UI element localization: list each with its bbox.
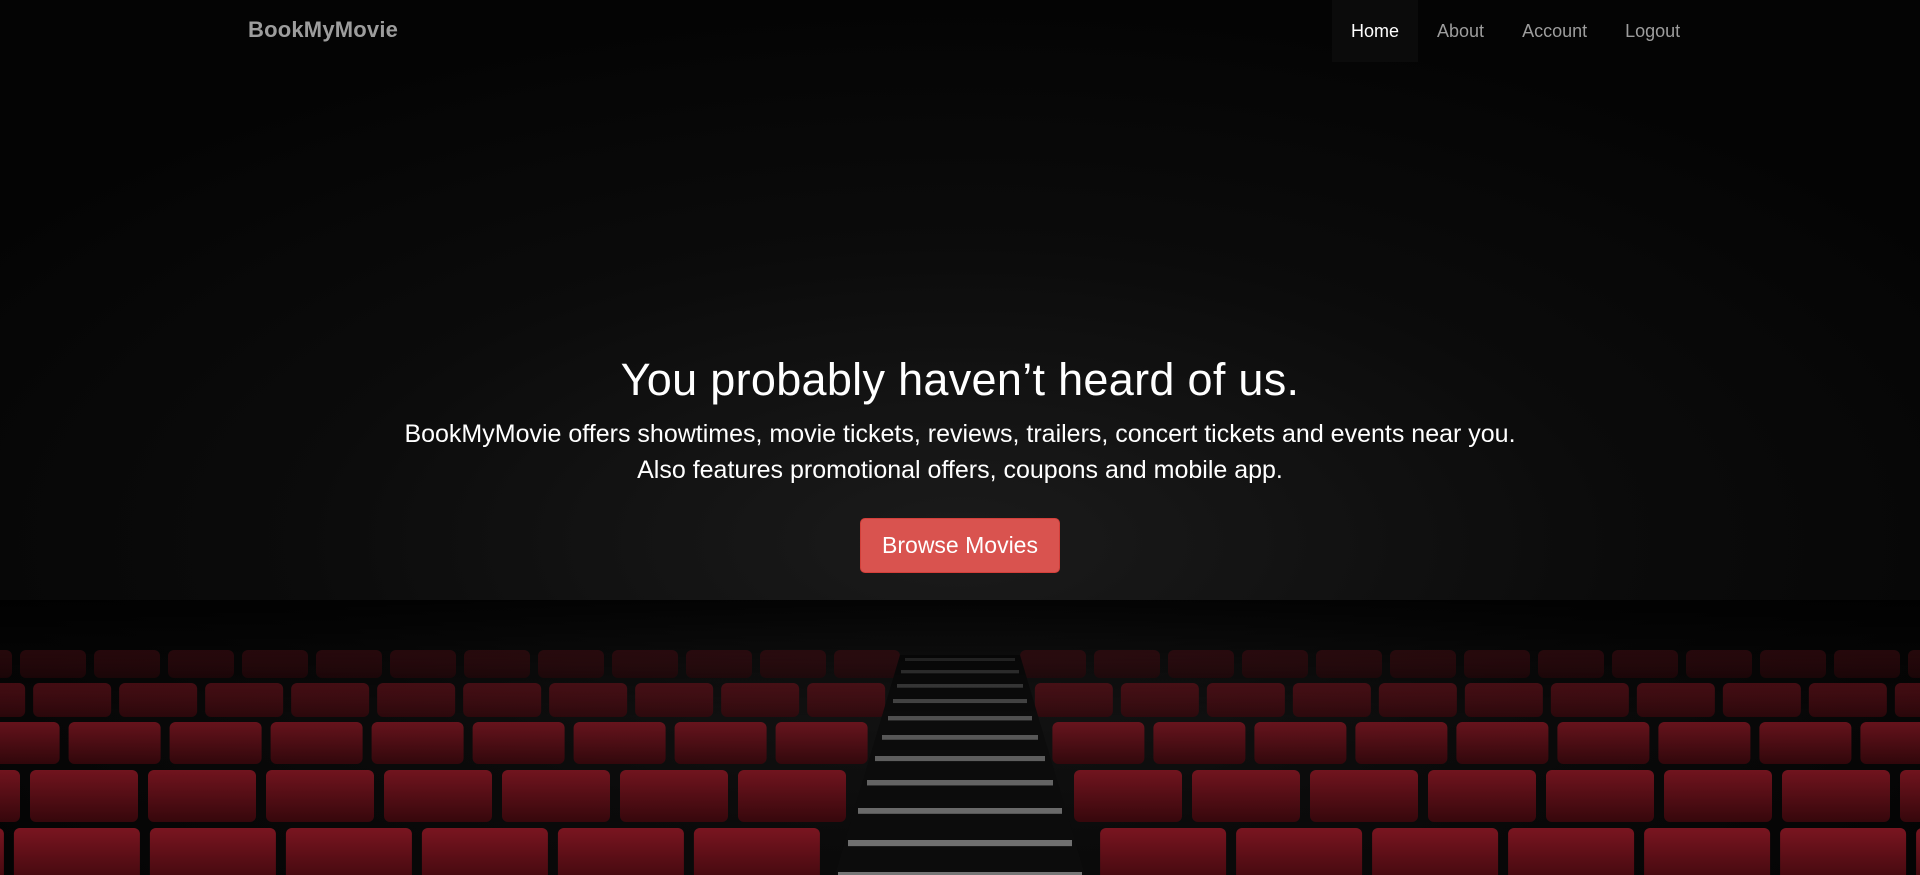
hero-description: BookMyMovie offers showtimes, movie tick… [404,420,1516,484]
theater-seat [1310,770,1418,822]
theater-seat [1782,770,1890,822]
theater-seat [573,722,666,764]
brand-logo[interactable]: BookMyMovie [248,17,398,43]
theater-seat [1456,722,1549,764]
theater-seat [1100,828,1227,875]
theater-seat [148,770,256,822]
theater-seat [285,828,412,875]
hero-heading: You probably haven’t heard of us. [620,354,1300,405]
theater-seat [1372,828,1499,875]
landing-page: BookMyMovie Home About Account Logout Yo… [0,0,1920,875]
theater-seat [266,770,374,822]
stair-step [858,808,1062,814]
theater-seat [0,828,4,875]
theater-seat [149,828,276,875]
stair-step [867,780,1053,786]
hero-section: You probably haven’t heard of us. BookMy… [0,350,1920,573]
theater-seat [1644,828,1771,875]
theater-seat [1658,722,1751,764]
theater-seat [693,828,820,875]
nav-item-about[interactable]: About [1418,0,1503,62]
theater-seat [674,722,767,764]
theater-seat [557,828,684,875]
nav-item-home[interactable]: Home [1332,0,1419,62]
theater-seat [1916,828,1920,875]
theater-seat [1052,722,1145,764]
nav-item-logout[interactable]: Logout [1606,0,1699,62]
theater-seat [1759,722,1852,764]
stair-step [882,735,1038,740]
top-navbar: BookMyMovie Home About Account Logout [0,0,1920,62]
theater-seat [1508,828,1635,875]
theater-seat [1546,770,1654,822]
theater-seat [1557,722,1650,764]
theater-seat [1664,770,1772,822]
theater-seat [270,722,363,764]
theater-seat [1355,722,1448,764]
theater-seat [1254,722,1347,764]
theater-seat [0,770,20,822]
theater-seat [1153,722,1246,764]
theater-seat [775,722,868,764]
theater-seat [1900,770,1920,822]
theater-seat [13,828,140,875]
theater-seat [421,828,548,875]
theater-seat [1192,770,1300,822]
theater-seat [30,770,138,822]
nav-item-account[interactable]: Account [1503,0,1606,62]
theater-seat [384,770,492,822]
browse-movies-button[interactable]: Browse Movies [860,518,1060,573]
stair-step [848,840,1072,847]
theater-seat [1780,828,1907,875]
theater-seat [502,770,610,822]
theater-seat [371,722,464,764]
theater-seat [472,722,565,764]
theater-seat [1860,722,1920,764]
nav-menu: Home About Account Logout [1332,0,1699,62]
theater-seat [1236,828,1363,875]
theater-seat [620,770,728,822]
theater-seat [1074,770,1182,822]
theater-seat [68,722,161,764]
theater-seat [0,722,60,764]
stair-step [875,756,1045,762]
theater-seat [1428,770,1536,822]
theater-seat [169,722,262,764]
theater-seat [738,770,846,822]
